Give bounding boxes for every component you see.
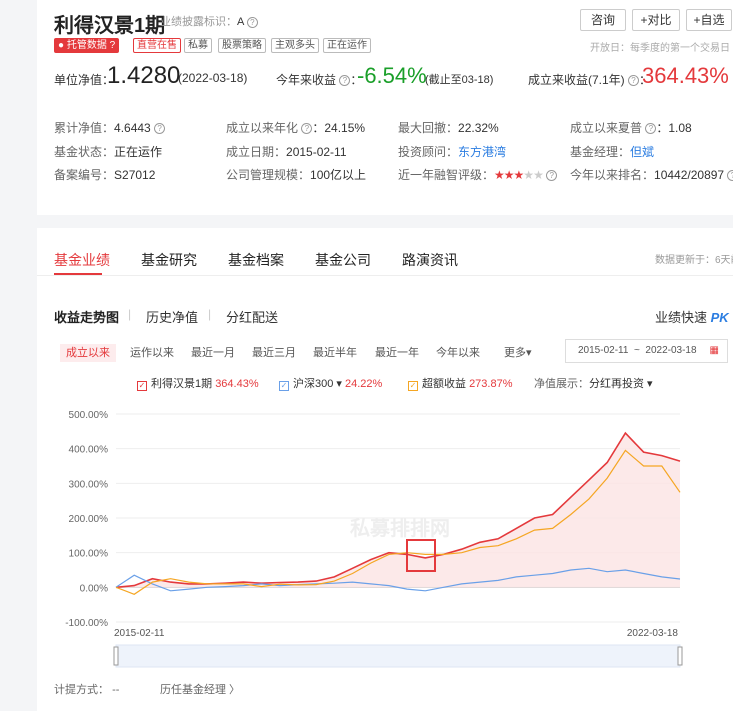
info-cumulative-nav: 累计净值：4.6443 ?	[54, 119, 166, 136]
nav-value: 1.4280	[107, 62, 181, 89]
range-3m[interactable]: 最近三月	[246, 344, 302, 362]
range-navigator	[115, 644, 681, 668]
manager-link[interactable]: 但斌	[630, 145, 654, 159]
y-tick-label: 200.00%	[69, 514, 109, 525]
range-1y[interactable]: 最近一年	[369, 344, 425, 362]
subtab-history-nav[interactable]: 历史净值	[146, 307, 198, 326]
help-icon[interactable]: ?	[645, 123, 657, 135]
checkbox-icon: ✓	[137, 381, 147, 391]
tag-direct-sale: 直营在售	[133, 38, 181, 53]
x-tick-label: 2015-02-11	[114, 628, 165, 639]
calendar-icon: ▦	[709, 345, 719, 356]
subtab-divider: |	[128, 307, 132, 321]
info-registration: 备案编号：S27012	[54, 168, 156, 182]
calc-method: 计提方式： --	[54, 684, 120, 696]
range-6m[interactable]: 最近半年	[307, 344, 363, 362]
help-icon[interactable]: ?	[727, 170, 733, 182]
since-label: 成立来收益(7.1年) ?：	[528, 73, 652, 87]
tag-strategy: 股票策略	[218, 38, 266, 53]
help-icon[interactable]: ?	[301, 123, 313, 135]
ytd-label: 今年来收益 ?：	[276, 73, 363, 87]
help-icon[interactable]: ?	[339, 75, 351, 87]
watermark: 私募排排网	[350, 516, 450, 540]
tab-performance[interactable]: 基金业绩	[54, 250, 110, 270]
consult-button[interactable]: 咨询	[580, 9, 626, 31]
active-tab-indicator	[54, 273, 102, 275]
y-tick-label: 300.00%	[69, 479, 109, 490]
range-since-inception[interactable]: 成立以来	[60, 344, 116, 362]
tag-long: 主观多头	[271, 38, 319, 53]
legend-fund[interactable]: ✓ 利得汉景1期 364.43%	[137, 375, 259, 391]
y-tick-label: 400.00%	[69, 445, 109, 456]
help-icon: ?	[109, 40, 116, 51]
update-time: 数据更新于：6天前	[655, 255, 733, 266]
subtab-divider: |	[208, 307, 212, 321]
checkbox-icon: ✓	[279, 381, 289, 391]
pk-link[interactable]: 业绩快速 PK	[655, 307, 729, 326]
x-tick-label: 2022-03-18	[627, 628, 679, 639]
subtab-return-chart[interactable]: 收益走势图	[54, 307, 119, 326]
range-1m[interactable]: 最近一月	[185, 344, 241, 362]
tab-company[interactable]: 基金公司	[315, 250, 371, 270]
checkbox-icon: ✓	[408, 381, 418, 391]
range-since-operation[interactable]: 运作以来	[124, 344, 180, 362]
navigator-handle-right	[677, 646, 683, 666]
fund-title: 利得汉景1期	[54, 15, 166, 37]
tab-profile[interactable]: 基金档案	[228, 250, 284, 270]
legend-excess[interactable]: ✓ 超额收益 273.87%	[408, 375, 513, 391]
help-icon[interactable]: ?	[154, 123, 166, 135]
tag-private: 私募	[184, 38, 212, 53]
info-inception: 成立日期：2015-02-11	[226, 145, 347, 159]
date-range-picker[interactable]: 2015-02-11 ~ 2022-03-18 ▦	[565, 339, 728, 363]
tab-divider	[37, 275, 733, 276]
tag-custody[interactable]: ● 托管数据 ?	[54, 38, 120, 53]
info-rank: 今年以来排名：10442/20897 ?	[570, 166, 733, 183]
favorite-button[interactable]: +自选	[686, 9, 732, 31]
y-tick-label: 0.00%	[80, 583, 108, 594]
return-chart[interactable]: 500.00% 400.00% 300.00% 200.00% 100.00% 0.00%…	[0, 395, 733, 675]
rating-stars: ★★★★★	[494, 168, 544, 182]
info-scale: 公司管理规模：100亿以上	[226, 168, 367, 182]
info-annualized: 成立以来年化 ? ：24.15%	[226, 121, 366, 135]
disclosure-label: 业绩披露标识：A ?	[160, 13, 258, 29]
info-drawdown: 最大回撤：22.32%	[398, 121, 499, 135]
navigator-handle-left	[113, 646, 119, 666]
help-icon[interactable]: ?	[246, 16, 258, 28]
subtab-dividend[interactable]: 分红配送	[226, 307, 278, 326]
tag-status: 正在运作	[323, 38, 371, 53]
y-tick-label: 100.00%	[69, 549, 109, 560]
history-managers-link[interactable]: 历任基金经理 〉	[160, 681, 240, 697]
info-rating: 近一年融智评级：★★★★★ ?	[398, 166, 558, 183]
info-sharpe: 成立以来夏普 ? ：1.08	[570, 121, 692, 135]
y-tick-label: -100.00%	[65, 618, 108, 629]
info-manager: 基金经理：但斌	[570, 145, 655, 159]
fund-area	[116, 433, 680, 588]
open-date: 开放日：每季度的第一个交易日	[590, 43, 730, 54]
info-status: 基金状态：正在运作	[54, 145, 163, 159]
since-value: 364.43%	[642, 63, 729, 88]
shield-icon: ●	[58, 40, 65, 51]
y-tick-label: 500.00%	[69, 410, 109, 421]
range-ytd[interactable]: 今年以来	[430, 344, 486, 362]
help-icon[interactable]: ?	[628, 75, 640, 87]
legend-benchmark[interactable]: ✓ 沪深300 ▾ 24.22%	[279, 375, 382, 391]
range-more[interactable]: 更多▾	[498, 344, 538, 362]
compare-button[interactable]: +对比	[632, 9, 680, 31]
help-icon[interactable]: ?	[546, 170, 558, 182]
tab-roadshow[interactable]: 路演资讯	[402, 250, 458, 270]
info-advisor: 投资顾问：东方港湾	[398, 145, 507, 159]
ytd-value: -6.54%	[357, 63, 427, 88]
nav-display-select[interactable]: 净值展示：分红再投资 ▾	[534, 375, 653, 391]
ytd-note: (截止至03-18)	[425, 74, 494, 86]
tab-research[interactable]: 基金研究	[141, 250, 197, 270]
advisor-link[interactable]: 东方港湾	[458, 145, 506, 159]
nav-date: (2022-03-18)	[178, 71, 248, 85]
nav-label: 单位净值：	[54, 73, 115, 87]
